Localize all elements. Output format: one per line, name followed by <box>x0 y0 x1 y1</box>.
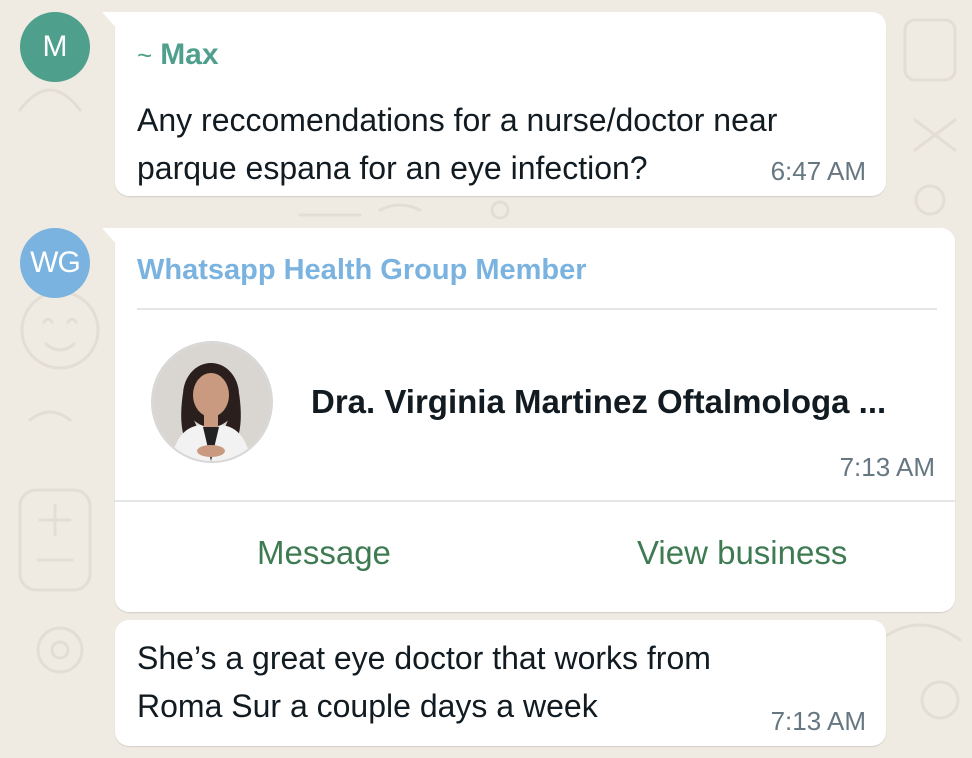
message-bubble-followup[interactable]: She’s a great eye doctor that works from… <box>115 620 886 746</box>
avatar-max[interactable]: M <box>20 12 90 82</box>
contact-card-bubble[interactable]: Whatsapp Health Group Member Dra. Virgin <box>102 228 955 612</box>
message-bubble-max[interactable]: ~ Max Any reccomendations for a nurse/doc… <box>102 12 886 196</box>
sender-prefix: ~ <box>137 40 153 70</box>
avatar-initials: WG <box>30 246 81 279</box>
contact-card[interactable]: Dra. Virginia Martinez Oftalmologa ... <box>151 340 935 464</box>
avatar-wg[interactable]: WG <box>20 228 90 298</box>
sender-name-wg[interactable]: Whatsapp Health Group Member <box>137 254 587 287</box>
message-text: Any reccomendations for a nurse/doctor n… <box>137 102 778 186</box>
divider <box>115 500 955 502</box>
message-timestamp: 6:47 AM <box>770 156 866 186</box>
message-text: She’s a great eye doctor that works from… <box>137 640 711 724</box>
bubble-tail <box>102 228 118 246</box>
avatar-initials: M <box>42 30 68 63</box>
sender-name-max[interactable]: ~ Max <box>137 38 219 72</box>
bubble-tail <box>102 12 118 30</box>
contact-photo <box>151 341 273 463</box>
view-business-button[interactable]: View business <box>637 534 847 572</box>
message-timestamp: 7:13 AM <box>839 452 935 482</box>
message-button[interactable]: Message <box>257 534 391 572</box>
message-timestamp: 7:13 AM <box>770 706 866 736</box>
contact-name: Dra. Virginia Martinez Oftalmologa ... <box>311 383 887 420</box>
sender-name-text: Max <box>160 38 219 71</box>
divider <box>137 308 937 310</box>
